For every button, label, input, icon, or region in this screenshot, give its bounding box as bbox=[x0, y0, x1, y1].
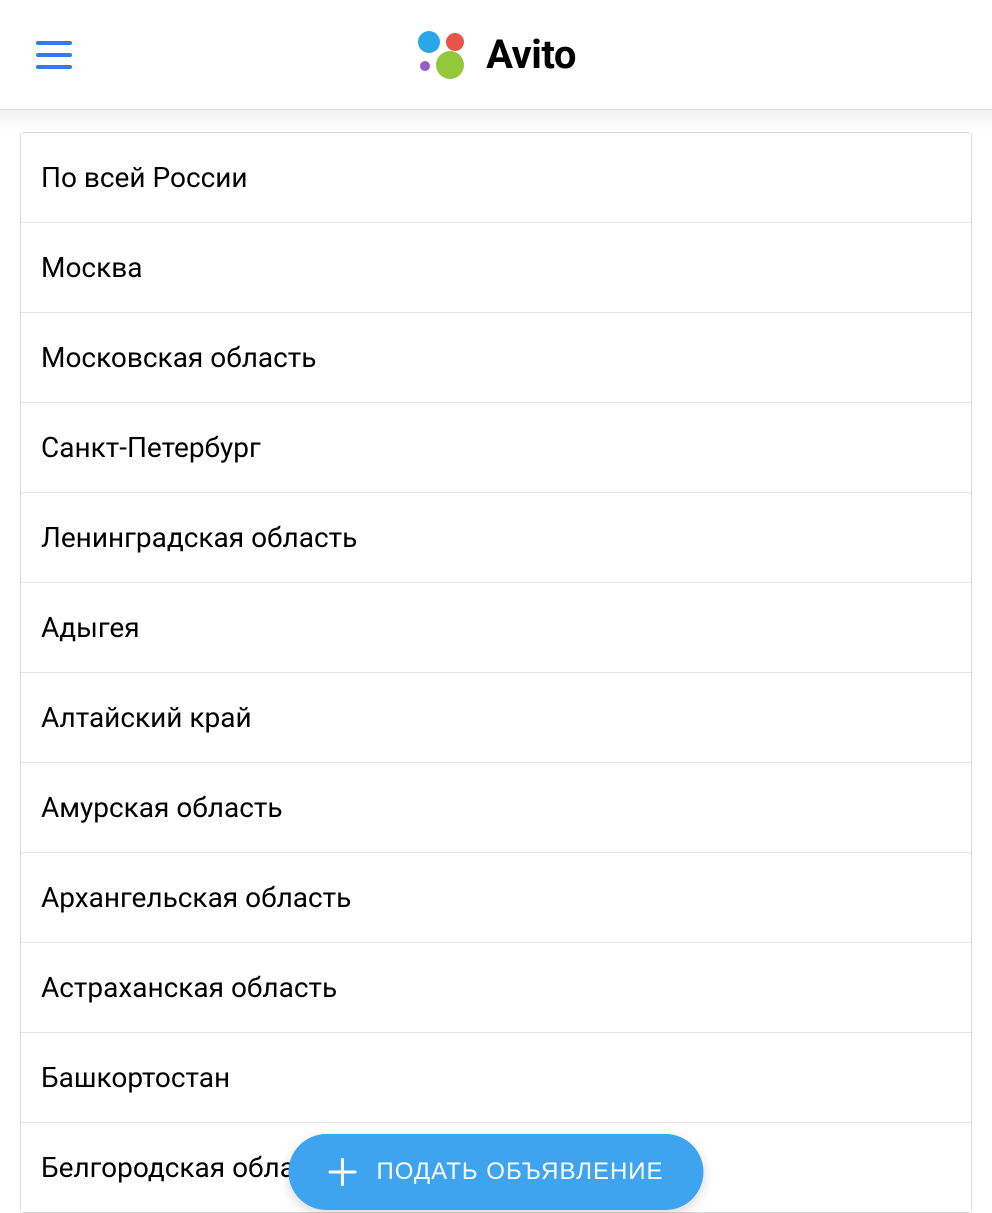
plus-icon bbox=[328, 1158, 356, 1186]
region-item[interactable]: Санкт-Петербург bbox=[21, 403, 971, 493]
avito-logo-text: Avito bbox=[486, 31, 576, 78]
region-item[interactable]: Амурская область bbox=[21, 763, 971, 853]
region-item[interactable]: Астраханская область bbox=[21, 943, 971, 1033]
region-item[interactable]: Ленинградская область bbox=[21, 493, 971, 583]
region-item[interactable]: Адыгея bbox=[21, 583, 971, 673]
post-ad-button[interactable]: ПОДАТЬ ОБЪЯВЛЕНИЕ bbox=[288, 1134, 703, 1210]
post-ad-label: ПОДАТЬ ОБЪЯВЛЕНИЕ bbox=[376, 1158, 663, 1186]
avito-logo[interactable]: Avito bbox=[416, 31, 576, 79]
region-list: По всей России Москва Московская область… bbox=[20, 132, 972, 1213]
header: Avito bbox=[0, 0, 992, 110]
region-item[interactable]: По всей России bbox=[21, 133, 971, 223]
region-item[interactable]: Башкортостан bbox=[21, 1033, 971, 1123]
region-item[interactable]: Алтайский край bbox=[21, 673, 971, 763]
hamburger-menu-icon[interactable] bbox=[36, 41, 72, 69]
avito-logo-icon bbox=[416, 31, 474, 79]
region-item[interactable]: Архангельская область bbox=[21, 853, 971, 943]
header-shadow bbox=[0, 110, 992, 132]
region-item[interactable]: Москва bbox=[21, 223, 971, 313]
region-item[interactable]: Московская область bbox=[21, 313, 971, 403]
